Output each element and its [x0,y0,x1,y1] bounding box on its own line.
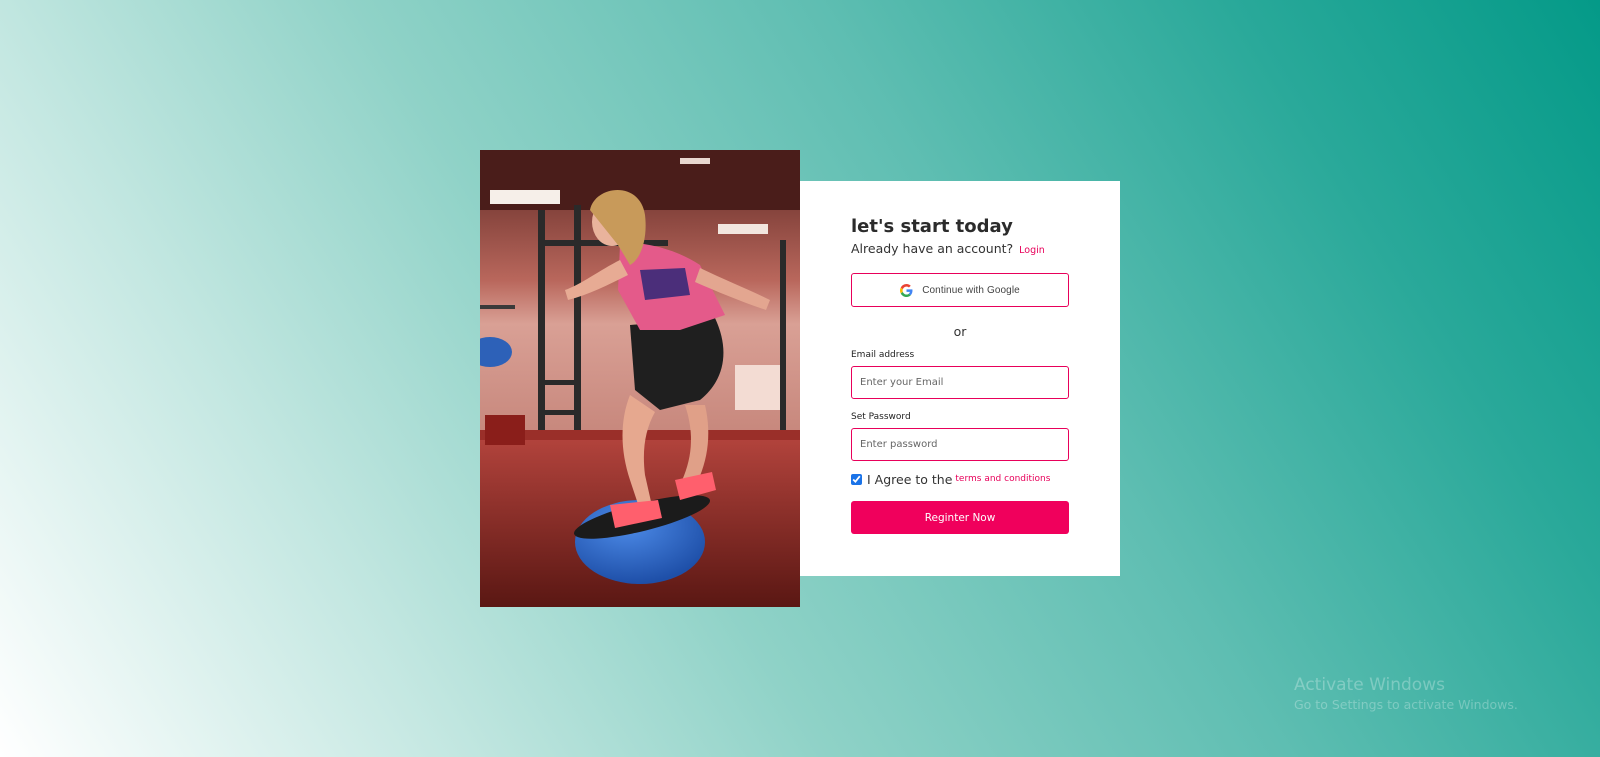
terms-link[interactable]: terms and conditions [955,474,1050,484]
email-input[interactable] [851,366,1069,399]
activate-windows-watermark: Activate Windows Go to Settings to activ… [1294,674,1518,714]
login-prompt-text: Already have an account? [851,241,1014,256]
divider-or: or [953,324,967,339]
register-card: let's start today Already have an accoun… [800,181,1120,576]
email-label: Email address [851,350,915,360]
google-g-icon [900,283,913,297]
page-title: let's start today [851,216,1013,237]
login-link[interactable]: Login [1019,245,1045,256]
watermark-title: Activate Windows [1294,675,1445,695]
terms-agree-text: I Agree to the [867,471,953,487]
watermark-subtitle: Go to Settings to activate Windows. [1294,697,1518,712]
terms-checkbox[interactable] [851,473,862,485]
google-button-label: Continue with Google [922,284,1020,296]
continue-with-google-button[interactable]: Continue with Google [851,273,1069,307]
terms-agreement: I Agree to the terms and conditions [851,471,1069,487]
login-prompt: Already have an account? Login [851,240,1069,260]
password-input[interactable] [851,428,1069,461]
register-now-button[interactable]: Reginter Now [851,501,1069,534]
fitness-photo-illustration [480,150,800,607]
password-label: Set Password [851,412,911,422]
register-form: let's start today Already have an accoun… [851,215,1069,534]
hero-photo [480,150,800,607]
